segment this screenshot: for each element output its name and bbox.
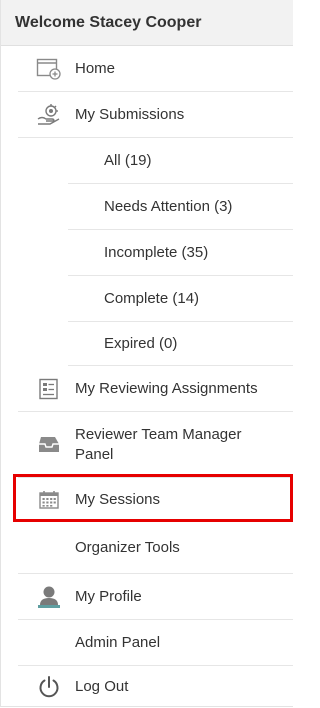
highlight-box	[13, 474, 293, 522]
menu-item-reviewer-team-manager-panel[interactable]: Reviewer Team Manager Panel	[18, 412, 293, 478]
submenu-item-needs-attention-label: Needs Attention (3)	[104, 197, 233, 215]
menu-item-my-profile[interactable]: My Profile	[18, 574, 293, 620]
submenu-item-complete-label: Complete (14)	[104, 289, 200, 307]
submenu-item-all-label: All (19)	[104, 151, 152, 169]
submenu-item-expired[interactable]: Expired (0)	[68, 322, 293, 366]
submenu-item-incomplete[interactable]: Incomplete (35)	[68, 230, 293, 276]
menu-item-admin-panel-label: Admin Panel	[75, 633, 161, 651]
menu-item-home[interactable]: Home	[18, 46, 293, 92]
submenu-item-incomplete-label: Incomplete (35)	[104, 243, 209, 261]
submenu-item-expired-label: Expired (0)	[104, 334, 178, 352]
welcome-text: Welcome Stacey Cooper	[15, 13, 202, 31]
submenu-item-complete[interactable]: Complete (14)	[68, 276, 293, 322]
menu-item-my-submissions-label: My Submissions	[75, 105, 185, 123]
menu-item-my-reviewing-assignments[interactable]: My Reviewing Assignments	[18, 366, 293, 412]
user-icon	[36, 584, 62, 610]
power-icon	[36, 674, 62, 700]
menu-item-reviewer-team-manager-panel-label: Reviewer Team Manager Panel	[75, 425, 242, 463]
menu-item-organizer-tools-label: Organizer Tools	[75, 538, 180, 556]
menu-item-my-reviewing-assignments-label: My Reviewing Assignments	[75, 379, 258, 397]
submenu-item-needs-attention[interactable]: Needs Attention (3)	[68, 184, 293, 230]
submissions-icon	[36, 102, 62, 128]
menu-item-organizer-tools[interactable]: Organizer Tools	[18, 522, 293, 574]
menu-item-my-profile-label: My Profile	[75, 587, 142, 605]
menu-item-home-label: Home	[75, 59, 116, 77]
menu-item-admin-panel[interactable]: Admin Panel	[18, 620, 293, 666]
inbox-tray-icon	[36, 432, 62, 458]
menu-item-log-out[interactable]: Log Out	[18, 666, 293, 707]
submenu-item-all[interactable]: All (19)	[68, 138, 293, 184]
welcome-header: Welcome Stacey Cooper	[1, 0, 293, 46]
home-icon	[36, 56, 62, 82]
menu-item-my-submissions[interactable]: My Submissions	[18, 92, 293, 138]
reviewing-assignments-icon	[36, 376, 62, 402]
menu-item-log-out-label: Log Out	[75, 677, 129, 695]
